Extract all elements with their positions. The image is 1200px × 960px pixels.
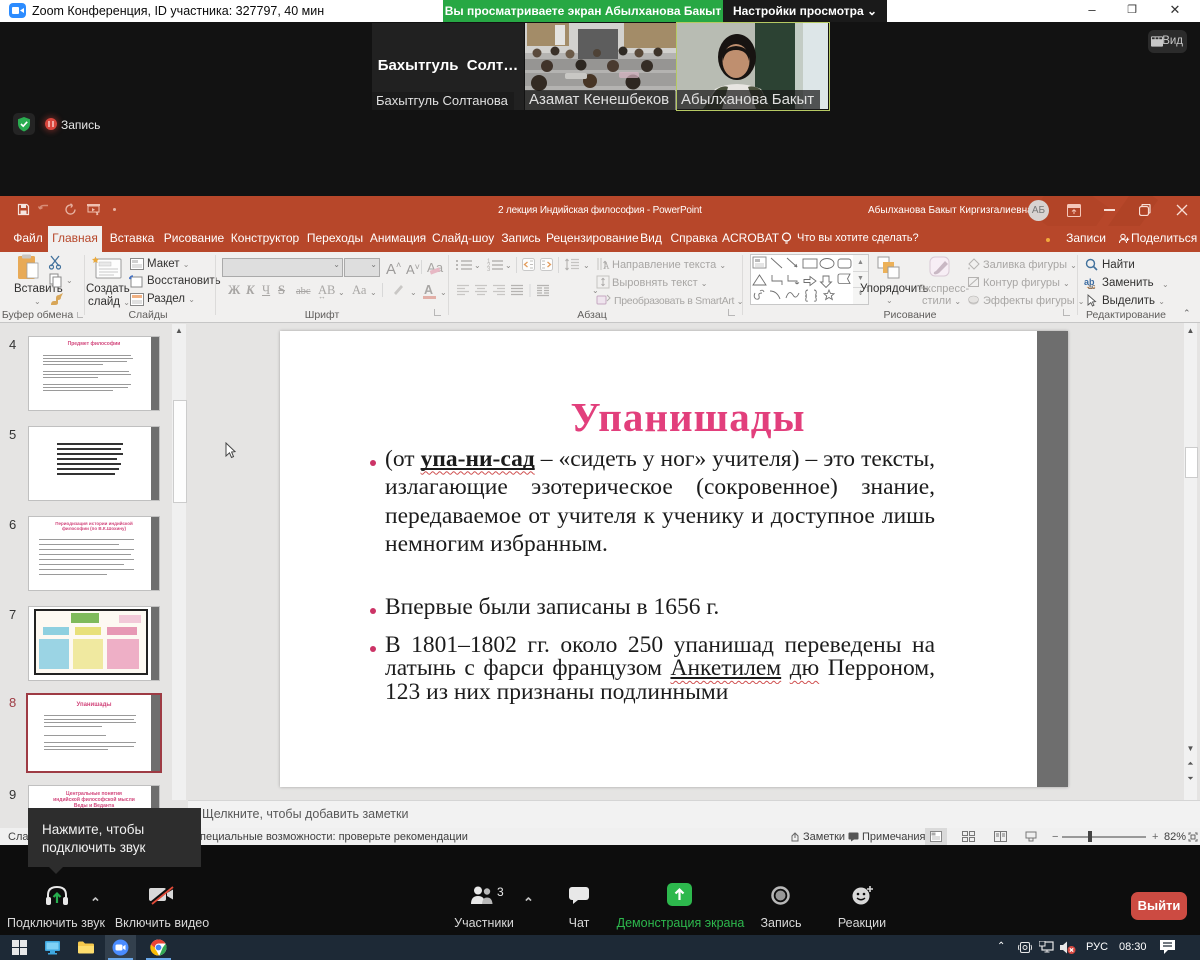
svg-text:ac: ac: [1088, 284, 1096, 289]
svg-text:A: A: [603, 261, 610, 271]
